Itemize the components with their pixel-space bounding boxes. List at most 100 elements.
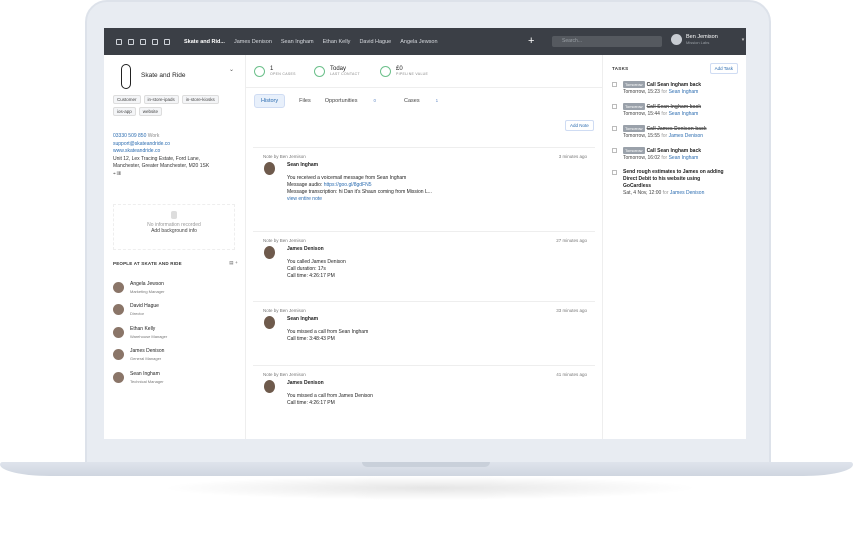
search-input[interactable]: Search... — [552, 36, 662, 47]
tab-sean-ingham[interactable]: Sean Ingham — [281, 39, 314, 45]
tag-chip[interactable]: ios-app — [113, 107, 136, 116]
people-header: PEOPLE AT SKATE AND RIDE ▤ + — [113, 260, 238, 266]
list-item[interactable]: David Hague Director — [113, 299, 238, 322]
tab-ethan-kelly[interactable]: Ethan Kelly — [323, 39, 351, 45]
laptop-notch — [362, 462, 490, 467]
avatar — [264, 380, 275, 393]
person-role: Director — [130, 311, 145, 317]
avatar — [113, 281, 124, 293]
website-link[interactable]: www.skateandride.co — [113, 148, 209, 156]
tasks-header: TASKS Add Task — [612, 63, 738, 74]
stat-label: OPEN CASES — [270, 72, 296, 76]
briefcase-icon[interactable] — [164, 38, 170, 45]
tag-chip[interactable]: Customer — [113, 95, 141, 104]
note-line: Message transcription: hi Dan it's Shaun… — [287, 189, 432, 195]
user-menu[interactable]: Ben Jemison Mission Labs ▾ — [671, 34, 744, 45]
app-screen: Skate and Rid... James Denison Sean Ingh… — [104, 28, 746, 439]
calendar-icon[interactable] — [140, 38, 146, 45]
add-note-button[interactable]: Add Note — [565, 120, 594, 131]
task-title[interactable]: Call Sean Ingham back — [647, 104, 701, 110]
task-title[interactable]: Direct Debit to his website using — [623, 176, 738, 183]
tab-david-hague[interactable]: David Hague — [359, 39, 391, 45]
note-contact-name[interactable]: Sean Ingham — [287, 316, 595, 323]
note-author: Note by Ben Jemison — [263, 154, 306, 159]
note-line: You missed a call from James Denison — [287, 393, 373, 399]
view-note-link[interactable]: view entire note — [287, 196, 595, 203]
stat-icon — [254, 65, 265, 77]
list-item[interactable]: Ethan Kelly Warehouse Manager — [113, 321, 238, 344]
due-badge: Tomorrow — [623, 125, 645, 132]
tag-chip[interactable]: in-store-ipads — [143, 95, 179, 104]
task-contact-link[interactable]: Sean Ingham — [669, 111, 699, 117]
tab-skate-and-ride[interactable]: Skate and Rid... — [184, 39, 225, 45]
task-checkbox[interactable] — [612, 126, 617, 131]
audio-link[interactable]: https://goo.gl/8gdFN5 — [324, 182, 372, 188]
tasks-panel: TASKS Add Task Tomorrow Call Sean Ingham … — [604, 55, 746, 439]
person-role: Marketing Manager — [130, 288, 165, 294]
task-contact-link[interactable]: James Denison — [669, 133, 703, 139]
phone-link[interactable]: 03330 509 850 — [113, 133, 146, 139]
person-name: David Hague — [130, 303, 159, 310]
task-checkbox[interactable] — [612, 170, 617, 175]
chart-icon[interactable] — [152, 38, 158, 45]
person-role: Warehouse Manager — [130, 333, 168, 339]
add-icon[interactable]: + — [528, 35, 534, 47]
person-icon — [171, 211, 177, 219]
chevron-down-icon[interactable]: ▾ — [742, 37, 745, 43]
tag-chip[interactable]: website — [138, 107, 163, 116]
note-contact-name[interactable]: Sean Ingham — [287, 162, 595, 169]
note-line: Message audio: — [287, 182, 324, 188]
task-title[interactable]: Call Sean Ingham back — [647, 148, 701, 154]
due-badge: Tomorrow — [623, 81, 645, 88]
task-item: Tomorrow Call Sean Ingham back Tomorrow, … — [612, 147, 738, 162]
tasks-title: TASKS — [612, 66, 629, 71]
email-link[interactable]: support@skateandride.co — [113, 141, 209, 149]
add-background-link[interactable]: Add background info — [114, 228, 234, 234]
task-checkbox[interactable] — [612, 148, 617, 153]
task-title[interactable]: GoCardless — [623, 183, 738, 190]
task-contact-link[interactable]: Sean Ingham — [669, 89, 699, 95]
map-icon[interactable]: ⌖ ▥ — [113, 171, 209, 179]
tab-files[interactable]: Files — [299, 98, 311, 104]
tag-chip[interactable]: in-store-kiosks — [181, 95, 219, 104]
chevron-down-icon[interactable]: ⌄ — [229, 66, 234, 73]
add-person-icon[interactable]: ▤ + — [229, 260, 238, 266]
note-contact-name[interactable]: James Denison — [287, 246, 595, 253]
person-icon[interactable] — [128, 38, 134, 45]
task-contact-link[interactable]: James Denison — [670, 190, 704, 196]
tab-angela-jewson[interactable]: Angela Jewson — [400, 39, 437, 45]
task-checkbox[interactable] — [612, 82, 617, 87]
people-header-label: PEOPLE AT SKATE AND RIDE — [113, 261, 182, 266]
avatar — [113, 304, 124, 316]
task-title[interactable]: Call Sean Ingham back — [647, 82, 701, 88]
task-title[interactable]: Send rough estimates to James on adding — [623, 169, 738, 176]
task-due: Tomorrow, 15:44 — [623, 111, 660, 117]
home-icon[interactable] — [116, 38, 122, 45]
task-for: for — [661, 89, 668, 95]
list-item[interactable]: Angela Jewson Marketing Manager — [113, 276, 238, 299]
task-checkbox[interactable] — [612, 104, 617, 109]
note-line: You called James Denison — [287, 259, 346, 265]
stat-pipeline-value: £0 PIPELINE VALUE — [380, 65, 440, 77]
add-task-button[interactable]: Add Task — [709, 63, 738, 74]
list-item[interactable]: Sean Ingham Technical Manager — [113, 366, 238, 389]
task-for: for — [661, 133, 668, 139]
tab-history[interactable]: History — [254, 94, 286, 108]
note-author: Note by Ben Jemison — [263, 372, 306, 377]
people-list: Angela Jewson Marketing Manager David Hag… — [113, 276, 238, 389]
tab-james-denison[interactable]: James Denison — [234, 39, 272, 45]
tab-cases[interactable]: Cases 1 — [404, 98, 452, 104]
tab-opportunities[interactable]: Opportunities 0 — [325, 98, 390, 104]
laptop-shadow — [160, 476, 700, 500]
note-line: Call time: 4:26:17 PM — [287, 273, 335, 279]
note-line: Call time: 3:48:43 PM — [287, 336, 335, 342]
person-name: Sean Ingham — [130, 370, 160, 377]
stat-label: PIPELINE VALUE — [396, 72, 429, 76]
person-role: General Manager — [130, 356, 162, 362]
task-title[interactable]: Call James Denison back — [647, 126, 707, 132]
stat-icon — [314, 65, 325, 77]
user-company: Mission Labs — [686, 40, 710, 45]
task-contact-link[interactable]: Sean Ingham — [669, 155, 699, 161]
list-item[interactable]: James Denison General Manager — [113, 344, 238, 367]
note-contact-name[interactable]: James Denison — [287, 380, 595, 387]
